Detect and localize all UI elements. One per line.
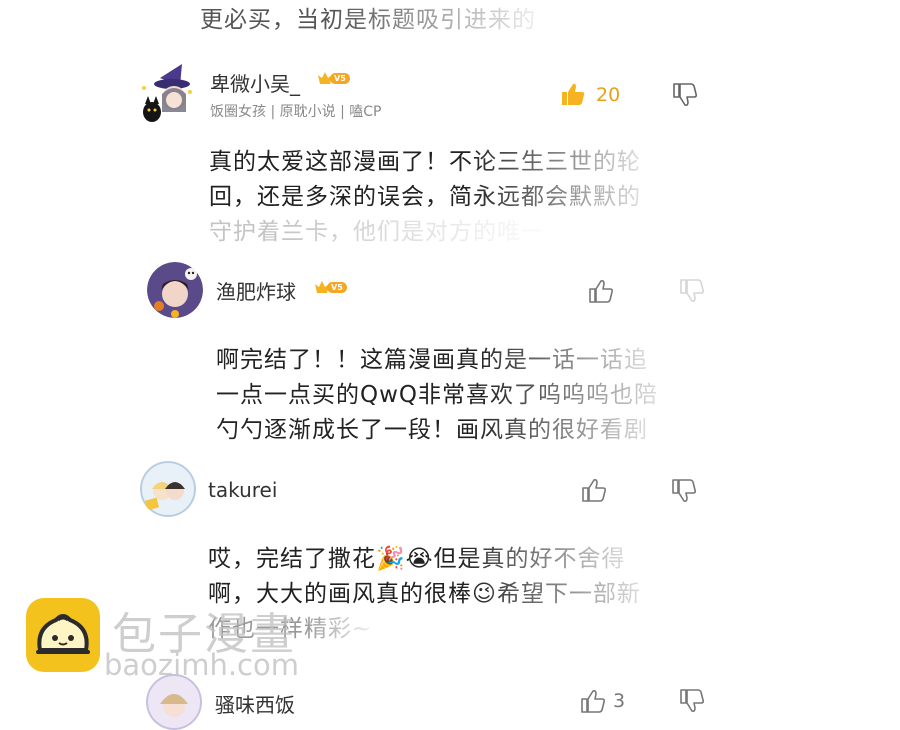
- vip-level: V5: [327, 281, 347, 293]
- thumbs-down-icon[interactable]: [670, 478, 696, 504]
- avatar[interactable]: [147, 262, 203, 318]
- thumbs-up-icon[interactable]: [580, 688, 606, 714]
- vip-badge: V5: [318, 72, 350, 84]
- username[interactable]: 渔肥炸球: [216, 276, 296, 305]
- bun-icon: [36, 614, 90, 654]
- username[interactable]: 卑微小吴_: [210, 68, 300, 97]
- comment-text-line-faded: 守护着兰卡，他们是对方的唯一: [209, 219, 545, 245]
- comment-text-partial-top: 更必买，当初是标题吸引进来的: [200, 7, 536, 33]
- thumbs-down-icon[interactable]: [678, 688, 704, 714]
- comment-text-line: 哎，完结了撒花🎉😭但是真的好不舍得: [208, 546, 626, 572]
- avatar[interactable]: [146, 674, 202, 730]
- witch-with-cat-avatar-icon: [142, 64, 192, 122]
- thumbs-up-icon[interactable]: [581, 477, 607, 503]
- user-tags: 饭圈女孩 | 原耽小说 | 嗑CP: [210, 104, 382, 120]
- like-count: 3: [613, 690, 626, 712]
- watermark-url: baozimh.com: [104, 648, 299, 682]
- comment-text-line: 勺勺逐渐成长了一段！画风真的很好看剧: [216, 417, 648, 443]
- anime-girl-avatar-icon: [146, 674, 202, 730]
- comment-text-line: 啊完结了！！这篇漫画真的是一话一话追: [216, 347, 648, 373]
- thumbs-up-icon[interactable]: [588, 278, 614, 304]
- baozi-logo-icon: [26, 598, 100, 672]
- halloween-avatar-icon: [147, 262, 203, 318]
- comment-text-line: 一点一点买的QwQ非常喜欢了呜呜呜也陪: [216, 382, 659, 408]
- vip-badge: V5: [315, 281, 347, 293]
- like-count: 20: [596, 84, 621, 106]
- thumbs-down-icon[interactable]: [671, 82, 697, 108]
- vip-level: V5: [330, 72, 350, 84]
- username[interactable]: 骚味西饭: [215, 689, 295, 718]
- comment-text-line: 真的太爱这部漫画了！不论三生三世的轮: [209, 149, 641, 175]
- thumbs-down-icon[interactable]: [678, 278, 704, 304]
- thumbs-up-filled-icon[interactable]: [560, 81, 586, 107]
- username[interactable]: takurei: [208, 478, 277, 502]
- comment-text-line: 回，还是多深的误会，简永远都会默默的: [209, 184, 641, 210]
- avatar[interactable]: [140, 461, 196, 517]
- couple-avatar-icon: [140, 461, 196, 517]
- avatar[interactable]: [138, 64, 200, 126]
